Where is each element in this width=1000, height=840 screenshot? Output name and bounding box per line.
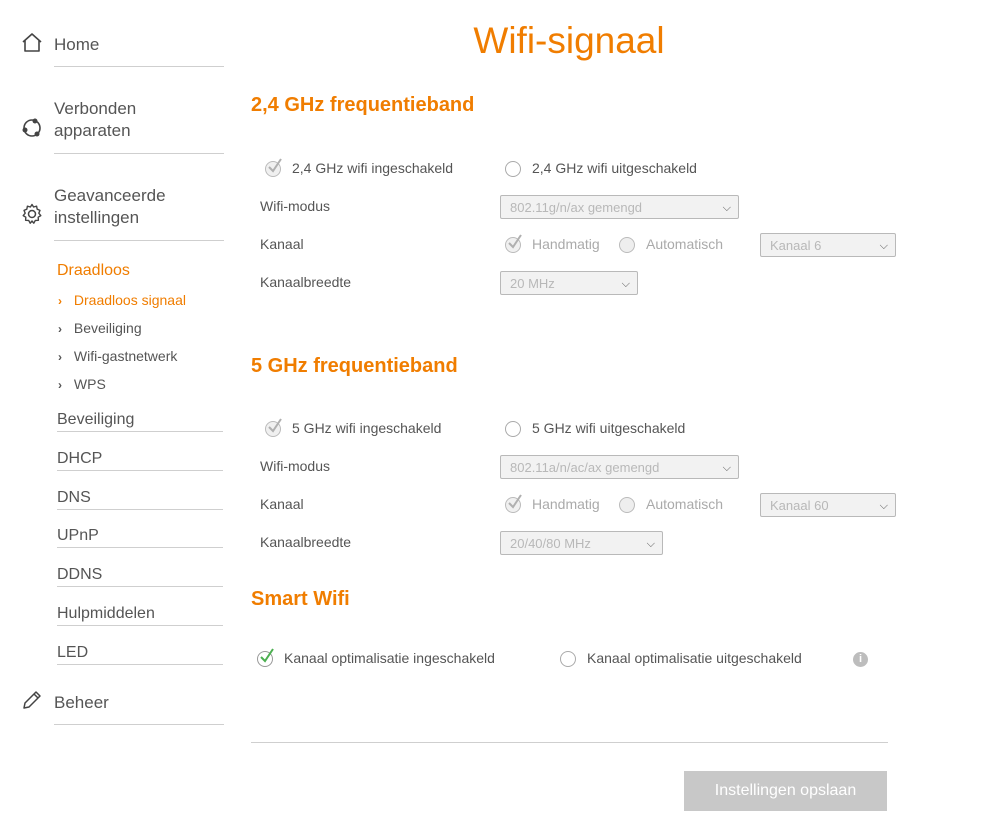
label-5ghz-channel: Kanaal	[260, 496, 304, 512]
select-5ghz-channel-value: Kanaal 60	[770, 498, 829, 513]
chevron-down-icon: ⌵	[879, 240, 888, 252]
nav-ddns-label: DDNS	[57, 566, 103, 583]
section-title-smart-wifi: Smart Wifi	[251, 588, 350, 610]
nav-wireless-security-label: Beveiliging	[73, 320, 142, 336]
label-5ghz-enabled: 5 GHz wifi ingeschakeld	[292, 420, 442, 436]
nav-wireless-label: Draadloos	[57, 262, 130, 279]
label-5ghz-automatic: Automatisch	[646, 496, 724, 512]
nav-dhcp-label: DHCP	[57, 450, 103, 467]
nav-home[interactable]: Home	[54, 34, 224, 67]
nav-tools[interactable]: Hulpmiddelen	[57, 605, 223, 626]
label-5ghz-manual: Handmatig	[532, 496, 600, 512]
check-5ghz-manual[interactable]	[505, 494, 522, 513]
label-5ghz-disabled: 5 GHz wifi uitgeschakeld	[532, 420, 686, 436]
radio-5ghz-automatic[interactable]	[619, 497, 635, 513]
nav-upnp-label: UPnP	[57, 527, 99, 544]
nav-wps[interactable]: › WPS	[58, 376, 106, 392]
page-title: Wifi-signaal	[473, 20, 665, 61]
home-icon	[22, 33, 42, 52]
select-5ghz-channel[interactable]: Kanaal 60 ⌵	[760, 493, 896, 517]
chevron-down-icon: ⌵	[621, 278, 630, 290]
section-title-5ghz: 5 GHz frequentieband	[251, 355, 458, 377]
chevron-right-icon: ›	[58, 350, 62, 364]
nav-manage[interactable]: Beheer	[54, 692, 224, 725]
nav-dns[interactable]: DNS	[57, 489, 223, 510]
label-smart-enabled: Kanaal optimalisatie ingeschakeld	[284, 650, 495, 666]
nav-led[interactable]: LED	[57, 644, 223, 665]
label-24ghz-manual: Handmatig	[532, 236, 600, 252]
nav-wireless-signal-label: Draadloos signaal	[73, 292, 186, 308]
nav-home-label: Home	[54, 35, 100, 54]
checkmark-icon	[260, 648, 274, 663]
nav-manage-label: Beheer	[54, 693, 109, 712]
nav-divider	[54, 153, 224, 154]
nav-wireless-security[interactable]: › Beveiliging	[58, 320, 142, 336]
radio-24ghz-automatic[interactable]	[619, 237, 635, 253]
nav-connected-devices[interactable]: Verbonden apparaten	[54, 98, 204, 154]
nav-wps-label: WPS	[73, 376, 106, 392]
chevron-right-icon: ›	[58, 378, 62, 392]
nav-wireless[interactable]: Draadloos	[57, 262, 223, 282]
nav-security-label: Beveiliging	[57, 411, 135, 428]
section-title-24ghz: 2,4 GHz frequentieband	[251, 94, 475, 116]
label-smart-disabled: Kanaal optimalisatie uitgeschakeld	[587, 650, 802, 666]
chevron-right-icon: ›	[58, 294, 62, 308]
nav-connected-devices-label: Verbonden apparaten	[54, 99, 137, 140]
nav-dns-label: DNS	[57, 489, 91, 506]
check-24ghz-enabled[interactable]	[265, 158, 282, 177]
radio-smart-disabled[interactable]	[560, 651, 576, 667]
label-24ghz-width: Kanaalbreedte	[260, 274, 352, 290]
label-24ghz-automatic: Automatisch	[646, 236, 724, 252]
checkmark-icon	[268, 158, 282, 173]
chevron-right-icon: ›	[58, 322, 62, 336]
nav-ddns[interactable]: DDNS	[57, 566, 223, 587]
select-24ghz-mode[interactable]: 802.11g/n/ax gemengd ⌵	[500, 195, 739, 219]
nav-tools-label: Hulpmiddelen	[57, 605, 155, 622]
select-24ghz-width[interactable]: 20 MHz ⌵	[500, 271, 638, 295]
select-24ghz-width-value: 20 MHz	[510, 276, 555, 291]
pencil-icon	[23, 691, 41, 709]
chevron-down-icon: ⌵	[879, 500, 888, 512]
devices-icon	[22, 118, 41, 137]
check-smart-enabled[interactable]	[257, 648, 274, 667]
nav-led-label: LED	[57, 644, 89, 661]
radio-5ghz-disabled[interactable]	[505, 421, 521, 437]
nav-guest-network[interactable]: › Wifi-gastnetwerk	[58, 348, 177, 364]
nav-wireless-signal[interactable]: › Draadloos signaal	[58, 292, 186, 308]
footer-divider	[251, 742, 888, 743]
chevron-down-icon: ⌵	[722, 202, 731, 214]
label-5ghz-width: Kanaalbreedte	[260, 534, 352, 550]
chevron-down-icon: ⌵	[722, 462, 731, 474]
check-24ghz-manual[interactable]	[505, 234, 522, 253]
info-icon[interactable]: i	[853, 652, 868, 667]
nav-advanced-settings-label: Geavanceerde instellingen	[54, 186, 166, 227]
select-5ghz-width[interactable]: 20/40/80 MHz ⌵	[500, 531, 663, 555]
label-24ghz-mode: Wifi-modus	[260, 198, 331, 214]
label-24ghz-enabled: 2,4 GHz wifi ingeschakeld	[292, 160, 454, 176]
nav-divider	[54, 240, 224, 241]
label-24ghz-disabled: 2,4 GHz wifi uitgeschakeld	[532, 160, 697, 176]
select-5ghz-width-value: 20/40/80 MHz	[510, 536, 591, 551]
checkmark-icon	[268, 418, 282, 433]
checkmark-icon	[508, 494, 522, 509]
label-5ghz-mode: Wifi-modus	[260, 458, 331, 474]
label-24ghz-channel: Kanaal	[260, 236, 304, 252]
checkmark-icon	[508, 234, 522, 249]
select-5ghz-mode[interactable]: 802.11a/n/ac/ax gemengd ⌵	[500, 455, 739, 479]
nav-guest-network-label: Wifi-gastnetwerk	[73, 348, 178, 364]
nav-upnp[interactable]: UPnP	[57, 527, 223, 548]
select-5ghz-mode-value: 802.11a/n/ac/ax gemengd	[510, 460, 660, 475]
select-24ghz-channel[interactable]: Kanaal 6 ⌵	[760, 233, 896, 257]
sidebar: Home Verbonden apparaten Geavanceerde in…	[0, 0, 240, 840]
gear-icon	[22, 203, 42, 224]
check-5ghz-enabled[interactable]	[265, 418, 282, 437]
nav-advanced-settings[interactable]: Geavanceerde instellingen	[54, 185, 204, 241]
save-settings-button[interactable]: Instellingen opslaan	[684, 771, 887, 811]
radio-24ghz-disabled[interactable]	[505, 161, 521, 177]
select-24ghz-mode-value: 802.11g/n/ax gemengd	[510, 200, 643, 215]
chevron-down-icon: ⌵	[646, 538, 655, 550]
select-24ghz-channel-value: Kanaal 6	[770, 238, 822, 253]
nav-dhcp[interactable]: DHCP	[57, 450, 223, 471]
nav-security[interactable]: Beveiliging	[57, 411, 223, 432]
